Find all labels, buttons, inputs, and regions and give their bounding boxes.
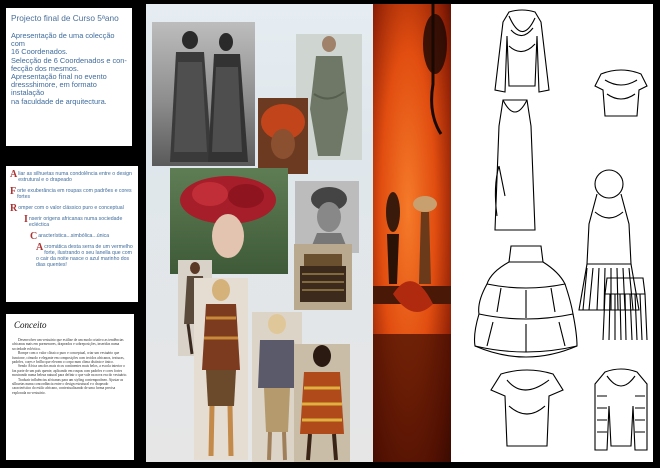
intro-panel: Projecto final de Curso 5ªano Apresentaç… [6,8,132,146]
keyword-item: Acromática desta serra de um vermelho fo… [10,242,134,269]
tribal-figures-image [170,31,248,162]
keyword-item: Forte exuberância em roupas com padrões … [10,186,134,201]
beaded-bags-image [300,254,346,302]
photo-collage [146,4,373,462]
keyword-initial: A [10,169,18,180]
concept-paragraph: Rompe com o valor clássico puro e concep… [12,351,125,365]
beaded-bags-photo [294,244,352,310]
sketch-draped-top [594,69,648,117]
keyword-text: aracterística...simbólica...única [38,233,110,239]
intro-line: Apresentação de uma colecção com [11,31,115,49]
intro-line: na faculdade de arquitectura. [11,96,107,106]
patchwork-model-photo [194,278,248,460]
concept-heading: Conceito [14,320,47,330]
sketch-draped-jacket [494,9,550,93]
keyword-initial: R [10,203,18,214]
keyword-initial: I [24,214,28,225]
keyword-item: Característica...simbólica...única [10,231,134,242]
keyword-text: orte exuberância em roupas com padrões e… [17,188,132,200]
red-hair-photo [258,98,308,174]
red-hair-portrait [261,104,305,159]
intro-line: dressshimore, em formato instalação [11,80,97,98]
keyword-item: Aliar as silhuetas numa condolência entr… [10,169,134,184]
keyword-initial: F [10,186,17,197]
concept-paragraph: Traduzir influências africanas para um s… [12,377,124,395]
keywords-panel: Aliar as silhuetas numa condolência entr… [6,166,138,302]
patchwork-model-image [202,279,240,457]
african-print-model-image [300,345,344,461]
african-print-model-photo [294,344,350,462]
tribal-photo [152,22,255,166]
keyword-text: cromática desta serra de um vermelho for… [36,244,133,268]
keyword-text: liar as silhuetas numa condolência entre… [18,171,132,183]
sketch-structured-jacket [594,368,648,451]
concept-panel: Conceito Desenvolver um vestuário que es… [6,314,134,460]
concept-paragraph: Desenvolver um vestuário que estilize de… [12,338,124,351]
keyword-initial: A [36,242,44,253]
headwrap-photo [295,181,359,253]
technical-sketches-panel [451,4,653,462]
headwrap-portrait [309,187,349,253]
african-mask-interior-image [373,4,451,462]
flower-headpiece-photo [170,168,288,274]
intro-title: Projecto final de Curso 5ªano [11,13,119,23]
sketch-draped-dress [494,99,536,231]
keyword-item: Romper com o valor clássico puro e conce… [10,203,134,214]
keyword-text: nserir origens africanas numa sociedade … [28,216,123,228]
sketch-ruffled-skirt [473,245,578,358]
orange-interior-photo [373,4,451,462]
keyword-item: Inserir origens africanas numa sociedade… [10,214,134,229]
keyword-text: omper com o valor clássico puro e concep… [18,205,124,211]
concept-paragraph: Sendo África um dos mais ricos continent… [12,364,128,378]
sketch-fringe-skirt [602,277,648,341]
flower-headpiece-image [180,176,276,258]
keyword-initial: C [30,231,38,242]
sketch-asymmetric-top [490,369,564,447]
